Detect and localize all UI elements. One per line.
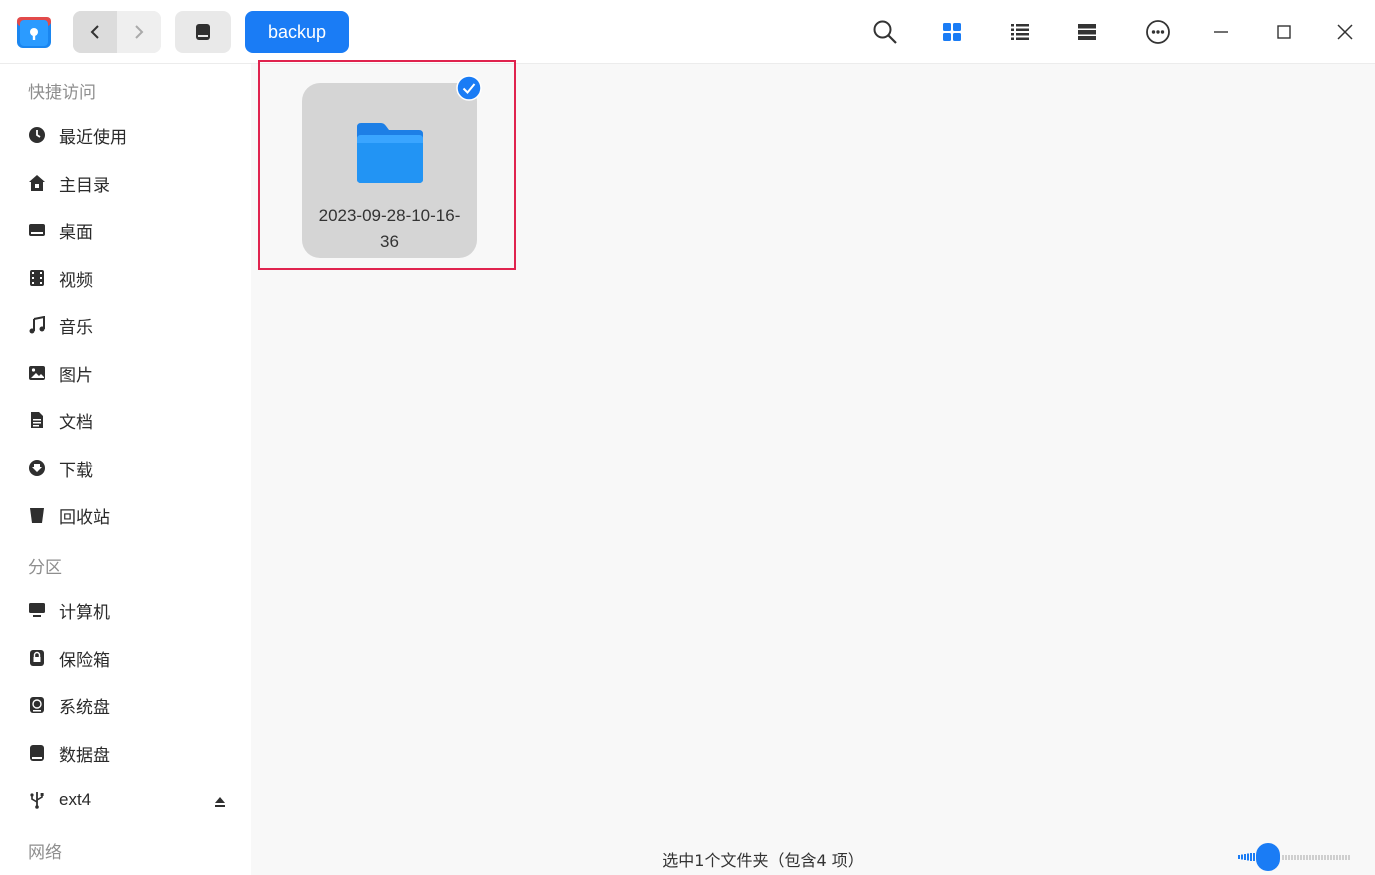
folder-item[interactable]: 2023-09-28-10-16-36	[302, 83, 477, 258]
forward-button[interactable]	[117, 11, 161, 53]
quick-access-title: 快捷访问	[28, 83, 96, 103]
file-manager-logo-icon	[16, 14, 52, 50]
sidebar-item-trash[interactable]: 回收站	[14, 495, 238, 535]
disk-icon	[196, 24, 210, 40]
sidebar-item-pictures[interactable]: 图片	[14, 353, 238, 393]
sidebar-item-videos[interactable]: 视频	[14, 258, 238, 298]
checkmark-icon[interactable]	[456, 75, 482, 101]
sidebar-item-vault[interactable]: 保险箱	[14, 638, 238, 678]
document-icon	[28, 411, 46, 429]
picture-icon	[28, 364, 46, 382]
navigation-buttons	[73, 11, 161, 53]
sidebar-item-desktop[interactable]: 桌面	[14, 210, 238, 250]
system-disk-icon	[28, 696, 46, 714]
close-icon	[1337, 24, 1353, 40]
list-icon	[1011, 24, 1029, 40]
more-icon	[1146, 20, 1170, 44]
file-manager-window: backup 快捷访问 最近使用 主目录 桌面 视频 音乐 图片 文档 下载 回…	[0, 0, 1375, 875]
breadcrumb-current-folder[interactable]: backup	[245, 11, 350, 53]
sidebar-item-computer[interactable]: 计算机	[14, 590, 238, 630]
clock-icon	[28, 126, 46, 144]
minimize-icon	[1214, 31, 1228, 33]
zoom-slider[interactable]	[1238, 842, 1354, 872]
back-button[interactable]	[73, 11, 117, 53]
desktop-icon	[28, 221, 46, 239]
data-disk-icon	[28, 744, 46, 762]
detail-view-button[interactable]	[1072, 17, 1102, 47]
music-icon	[28, 316, 46, 334]
folder-name: 2023-09-28-10-16-36	[318, 206, 461, 251]
sidebar-item-downloads[interactable]: 下载	[14, 448, 238, 488]
sidebar-item-data-disk[interactable]: 数据盘	[14, 733, 238, 773]
download-icon	[28, 459, 46, 477]
sidebar-item-documents[interactable]: 文档	[14, 400, 238, 440]
status-bar-text: 选中1个文件夹（包含4 项）	[662, 851, 864, 870]
sidebar-item-system-disk[interactable]: 系统盘	[14, 685, 238, 725]
partition-title: 分区	[28, 558, 62, 578]
computer-icon	[28, 601, 46, 619]
home-icon	[28, 174, 46, 192]
eject-icon[interactable]	[214, 793, 226, 807]
maximize-button[interactable]	[1269, 17, 1299, 47]
chevron-right-icon	[135, 25, 144, 39]
chevron-left-icon	[90, 25, 99, 39]
video-icon	[28, 269, 46, 287]
usb-icon	[28, 791, 46, 809]
zoom-slider-handle[interactable]	[1256, 843, 1280, 871]
icon-view-button[interactable]	[937, 17, 967, 47]
sidebar-item-music[interactable]: 音乐	[14, 305, 238, 345]
sidebar-item-home[interactable]: 主目录	[14, 163, 238, 203]
detail-view-icon	[1078, 24, 1096, 40]
breadcrumb-root-disk[interactable]	[175, 11, 231, 53]
search-icon	[873, 20, 897, 44]
minimize-button[interactable]	[1206, 17, 1236, 47]
trash-icon	[28, 506, 46, 524]
grid-icon	[943, 23, 961, 41]
title-bar: backup	[0, 0, 1375, 64]
vault-icon	[28, 649, 46, 667]
network-title: 网络	[28, 843, 62, 863]
folder-icon	[353, 121, 427, 187]
sidebar: 快捷访问 最近使用 主目录 桌面 视频 音乐 图片 文档 下载 回收站 分区 计…	[0, 64, 251, 875]
file-view: 2023-09-28-10-16-36 选中1个文件夹（包含4 项）	[251, 60, 1375, 875]
sidebar-item-recent[interactable]: 最近使用	[14, 115, 238, 155]
search-button[interactable]	[870, 17, 900, 47]
list-view-button[interactable]	[1005, 17, 1035, 47]
sidebar-item-ext4[interactable]: ext4	[14, 780, 238, 820]
close-button[interactable]	[1330, 17, 1360, 47]
maximize-icon	[1277, 25, 1291, 39]
more-options-button[interactable]	[1143, 17, 1173, 47]
